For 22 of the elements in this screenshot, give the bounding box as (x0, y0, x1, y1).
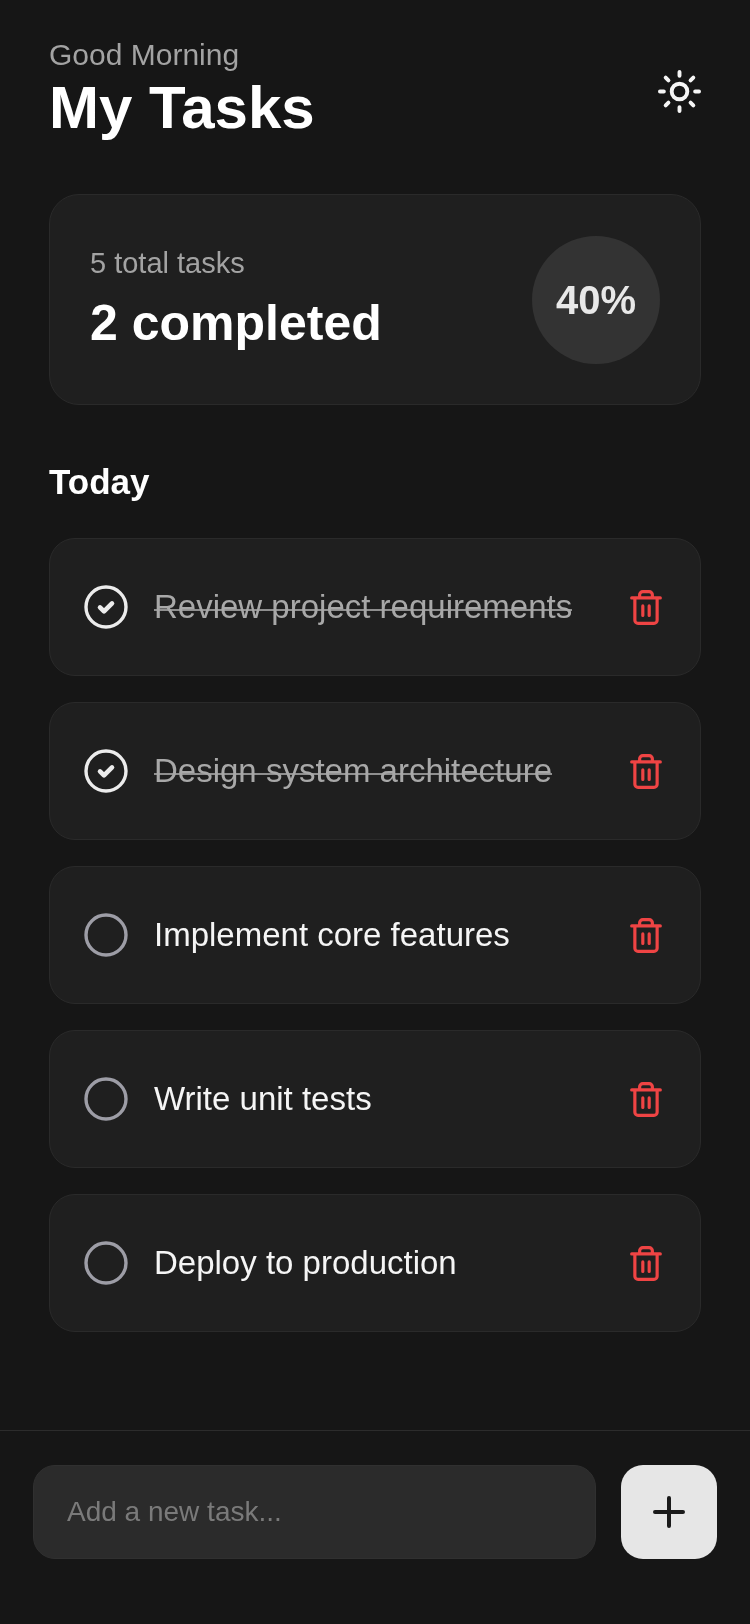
trash-icon[interactable] (630, 917, 662, 953)
check-circle-icon[interactable] (84, 585, 128, 629)
sun-icon[interactable] (658, 69, 701, 113)
total-tasks-text: 5 total tasks (90, 247, 246, 280)
greeting-text: Good Morning (49, 38, 241, 72)
trash-icon[interactable] (630, 1081, 662, 1117)
task-text: Implement core features (154, 915, 510, 955)
trash-icon[interactable] (630, 589, 662, 625)
circle-icon[interactable] (84, 1077, 128, 1121)
task-text: Deploy to production (154, 1243, 457, 1283)
task-input[interactable]: Add a new task... (33, 1465, 596, 1559)
trash-icon[interactable] (630, 753, 662, 789)
circle-icon[interactable] (84, 913, 128, 957)
circle-icon[interactable] (84, 1241, 128, 1285)
add-button[interactable] (621, 1465, 717, 1559)
trash-icon[interactable] (630, 1245, 662, 1281)
check-circle-icon[interactable] (84, 749, 128, 793)
page-title: My Tasks (49, 73, 315, 143)
section-title: Today (49, 462, 151, 502)
task-text: Write unit tests (154, 1079, 372, 1119)
plus-icon (653, 1496, 685, 1528)
completed-count-text: 2 completed (90, 294, 382, 352)
